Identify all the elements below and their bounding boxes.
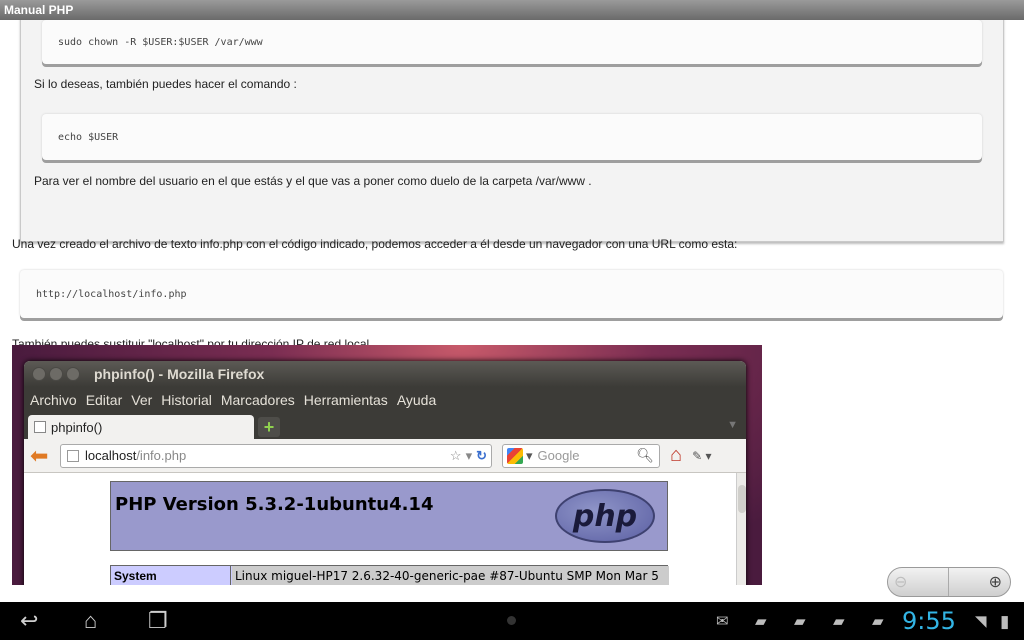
paragraph: Para ver el nombre del usuario en el que… [34,174,592,188]
back-arrow-icon: ⬅ [30,442,49,468]
php-version-banner: PHP Version 5.3.2-1ubuntu4.14 php [110,481,668,551]
php-version: PHP Version 5.3.2-1ubuntu4.14 [115,494,434,515]
star-icon: ☆ [449,447,462,463]
system-navigation-bar: ↩ ⌂ ❐ ✉ ▰ ▰ ▰ ▰ 9:55 ◥ ▮ [0,602,1024,640]
battery-icon: ▮ [1000,612,1010,631]
code-text: sudo chown -R $USER:$USER /var/www [58,36,263,48]
url-actions: ☆ ▾ ↻ [450,448,487,464]
menu-herramientas: Herramientas [303,392,388,408]
more-icon: ✎ ▾ [692,448,712,463]
firefox-titlebar: phpinfo() - Mozilla Firefox [24,361,746,387]
app-title-bar: Manual PHP [0,0,1024,20]
window-controls [32,367,80,381]
phpinfo-page: PHP Version 5.3.2-1ubuntu4.14 php System… [24,473,736,585]
wifi-icon: ◥ [975,613,987,630]
system-info-table: System Linux miguel-HP17 2.6.32-40-gener… [110,565,669,585]
note-box: sudo chown -R $USER:$USER /var/www Si lo… [20,20,1004,242]
tab-label: phpinfo() [51,419,103,435]
menu-ayuda: Ayuda [396,392,437,408]
menu-ver: Ver [131,392,153,408]
page-scrollbar [736,473,746,585]
home-icon: ⌂ [670,444,683,466]
url-host: localhost [85,448,137,463]
search-bar: ▾ Google 🔍︎ [502,443,660,468]
search-icon: 🔍︎ [636,446,654,463]
zoom-in-button[interactable]: ⊕ [949,568,1010,596]
page-icon [34,421,46,433]
back-icon[interactable]: ↩ [20,608,38,634]
code-text: http://localhost/info.php [36,288,187,300]
zoom-in-icon: ⊕ [988,574,1002,591]
firefox-tab: phpinfo() [28,415,254,439]
system-label: System [111,566,231,585]
firefox-navbar: ⬅ localhost/info.php ☆ ▾ ↻ ▾ Google 🔍︎ ⌂… [24,439,746,473]
firefox-tabstrip: phpinfo() + ▼ [24,413,746,439]
menu-dot-icon [507,616,516,625]
chat-notification-icon[interactable]: ▰ [794,612,806,630]
menu-archivo: Archivo [30,392,77,408]
chevron-down-icon: ▼ [727,419,738,431]
php-logo: php [555,489,655,543]
firefox-window: phpinfo() - Mozilla Firefox Archivo Edit… [24,361,746,585]
url-bar: localhost/info.php ☆ ▾ ↻ [60,443,492,468]
chat-notification-icon[interactable]: ▰ [755,612,767,630]
chevron-down-icon: ▾ [465,447,473,463]
menu-historial: Historial [161,392,212,408]
recent-apps-icon[interactable]: ❐ [148,608,168,634]
zoom-out-icon: ⊖ [894,574,908,591]
reload-icon: ↻ [476,447,487,463]
paragraph: Una vez creado el archivo de texto info.… [12,237,738,251]
code-block-url: http://localhost/info.php [20,270,1003,318]
new-tab-icon: + [258,417,280,437]
home-icon[interactable]: ⌂ [84,608,97,634]
status-clock[interactable]: 9:55 [902,607,956,635]
chevron-down-icon: ▾ [526,447,533,463]
url-path: /info.php [136,448,187,463]
firefox-menubar: Archivo Editar Ver Historial Marcadores … [24,387,746,413]
app-title: Manual PHP [4,3,74,17]
google-icon [507,447,523,464]
firefox-screenshot-image: phpinfo() - Mozilla Firefox Archivo Edit… [12,345,762,585]
search-placeholder: Google [537,448,580,463]
zoom-control[interactable]: ⊖ ⊕ [887,567,1011,597]
menu-editar: Editar [85,392,123,408]
system-value: Linux miguel-HP17 2.6.32-40-generic-pae … [232,566,669,585]
page-icon [67,449,79,462]
menu-marcadores: Marcadores [220,392,295,408]
code-block-chown: sudo chown -R $USER:$USER /var/www [42,20,982,64]
code-text: echo $USER [58,131,119,143]
code-block-echo: echo $USER [42,114,982,160]
chat-notification-icon[interactable]: ▰ [872,612,884,630]
paragraph: Si lo deseas, también puedes hacer el co… [34,77,297,91]
zoom-out-button[interactable]: ⊖ [888,568,949,596]
chat-notification-icon[interactable]: ▰ [833,612,845,630]
gmail-icon[interactable]: ✉ [716,612,729,630]
firefox-window-title: phpinfo() - Mozilla Firefox [94,366,265,382]
